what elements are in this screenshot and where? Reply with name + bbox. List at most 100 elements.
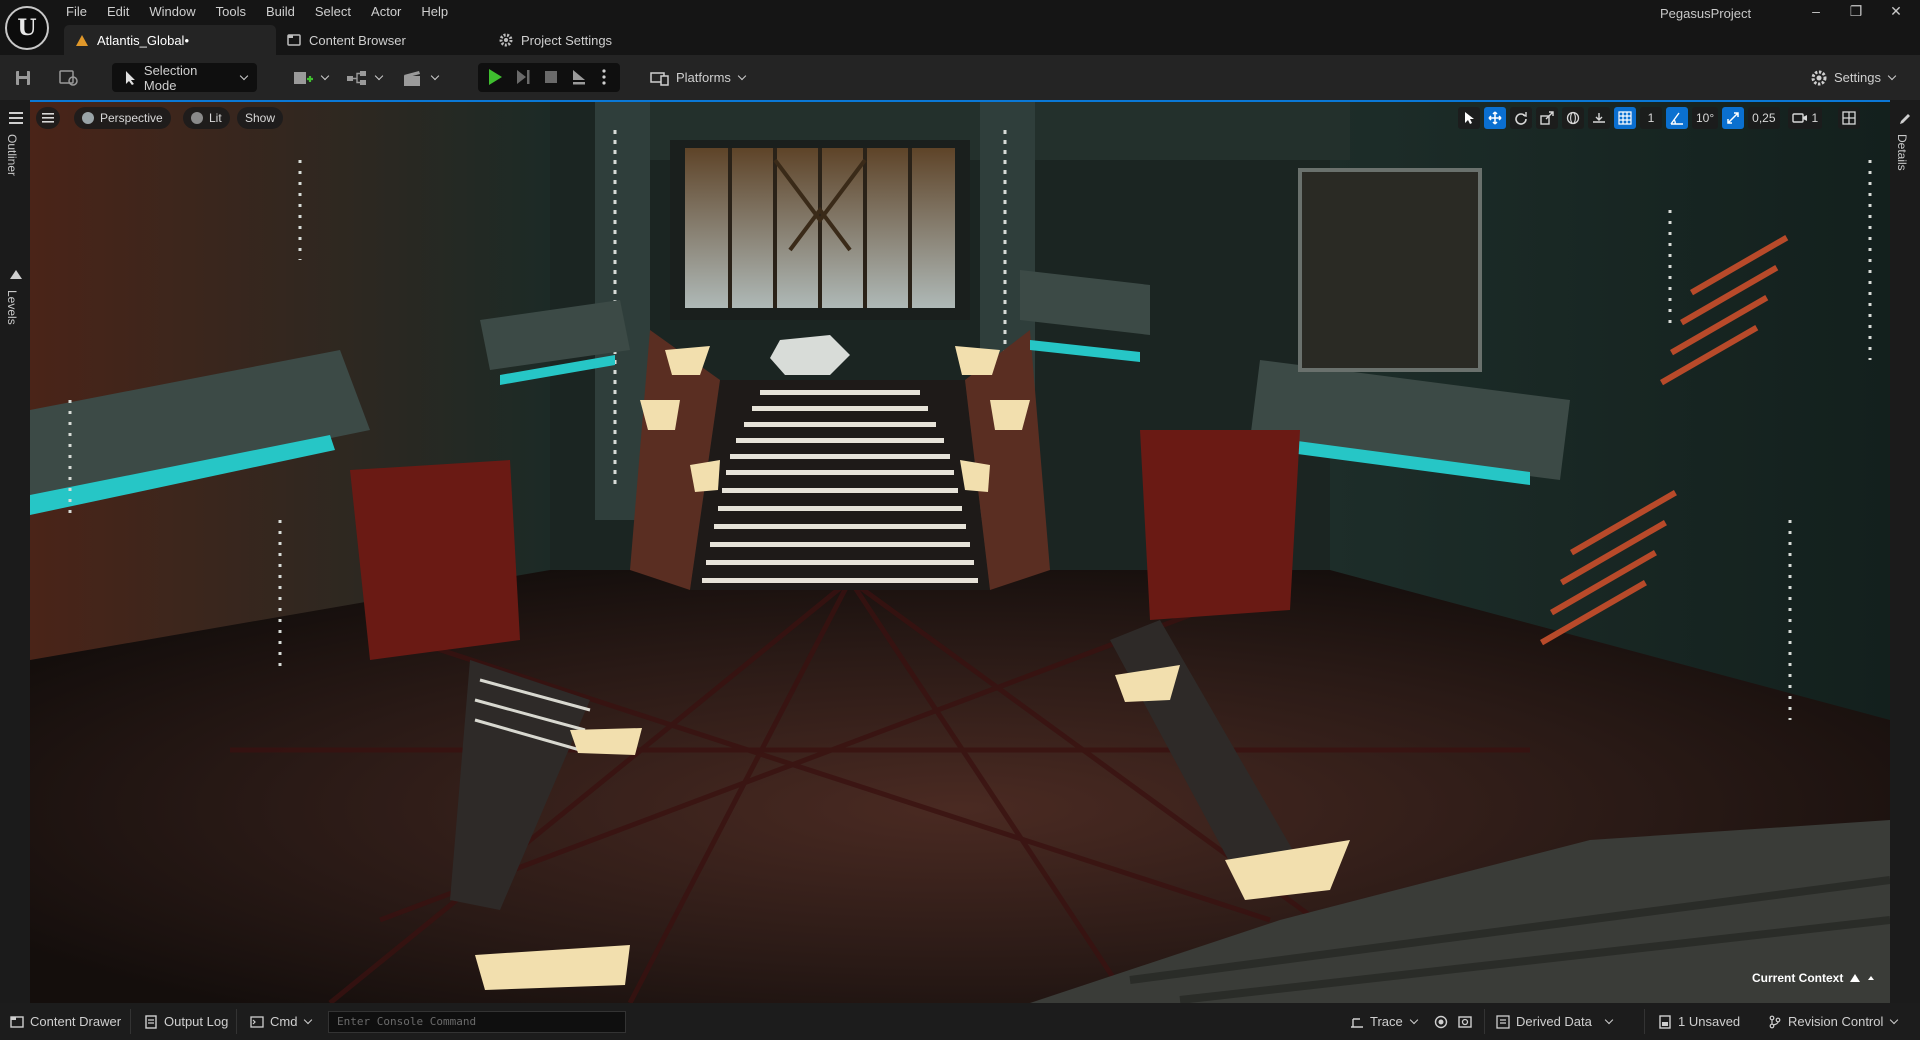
clapperboard-icon (404, 70, 420, 86)
menu-select[interactable]: Select (305, 0, 361, 23)
cmd-label: Cmd (270, 1014, 298, 1029)
blueprints-button[interactable] (346, 63, 384, 92)
blueprint-graph-icon (347, 70, 366, 85)
outliner-tab[interactable]: Outliner (5, 134, 19, 176)
menu-actor[interactable]: Actor (361, 0, 411, 23)
tab-atlantis-global[interactable]: Atlantis_Global• (64, 25, 276, 55)
select-tool-button[interactable] (1458, 107, 1480, 129)
window-opening-right (1298, 168, 1482, 372)
terminal-icon (250, 1015, 264, 1028)
revision-control-dropdown[interactable]: Revision Control (1768, 1003, 1899, 1040)
minimize-button[interactable]: – (1796, 0, 1836, 24)
output-log-button[interactable]: Output Log (144, 1003, 228, 1040)
viewport-active-border (30, 100, 1890, 102)
levels-icon[interactable] (9, 268, 23, 280)
rotate-icon (1515, 112, 1527, 125)
coordinate-system-button[interactable] (1562, 107, 1584, 129)
chevron-down-icon (1604, 1015, 1614, 1024)
cmd-dropdown[interactable]: Cmd (250, 1003, 313, 1040)
move-arrows-icon (1488, 111, 1502, 125)
grid-snap-value[interactable]: 1 (1640, 107, 1662, 129)
unreal-engine-logo-icon[interactable]: U (5, 6, 49, 50)
selection-mode-dropdown[interactable]: Selection Mode (112, 62, 257, 93)
logo-glyph: U (17, 15, 37, 41)
translate-tool-button[interactable] (1484, 107, 1506, 129)
chevron-down-icon (1409, 1015, 1418, 1024)
perspective-dropdown[interactable]: Perspective (74, 107, 171, 129)
menu-edit[interactable]: Edit (97, 0, 139, 23)
show-flags-dropdown[interactable]: Show (237, 107, 284, 129)
cube-icon (82, 112, 94, 124)
camera-speed-button[interactable]: 1 (1787, 107, 1823, 129)
tab-project-settings[interactable]: Project Settings (488, 25, 700, 55)
chevron-down-icon (430, 71, 440, 80)
viewport-layout-button[interactable] (1838, 107, 1861, 129)
trace-dropdown[interactable]: Trace (1350, 1003, 1418, 1040)
grid-icon (1618, 111, 1632, 125)
perspective-label: Perspective (100, 111, 163, 125)
surface-snapping-button[interactable] (1588, 107, 1610, 129)
levels-tab[interactable]: Levels (5, 290, 19, 325)
current-context-indicator[interactable]: Current Context (1752, 971, 1875, 985)
content-drawer-button[interactable]: Content Drawer (10, 1003, 121, 1040)
settings-dropdown[interactable]: Settings (1810, 63, 1897, 92)
scene-render[interactable] (30, 100, 1890, 1003)
settings-gear-icon (499, 33, 513, 47)
save-button[interactable] (14, 63, 32, 92)
menu-file[interactable]: File (56, 0, 97, 23)
status-divider (130, 1009, 131, 1034)
unsaved-label: 1 Unsaved (1678, 1014, 1741, 1029)
browse-level-button[interactable] (58, 63, 80, 92)
restore-button[interactable]: ❐ (1836, 0, 1876, 24)
menu-window[interactable]: Window (139, 0, 205, 23)
staircase (690, 380, 990, 590)
output-log-label: Output Log (164, 1014, 229, 1029)
close-button[interactable]: ✕ (1876, 0, 1916, 24)
record-icon (1434, 1015, 1448, 1028)
details-tab[interactable]: Details (1895, 134, 1909, 171)
more-options-icon[interactable] (598, 68, 610, 86)
scale-snap-value[interactable]: 0,25 (1748, 107, 1780, 129)
scale-tool-button[interactable] (1536, 107, 1558, 129)
trace-icon (1351, 1017, 1363, 1028)
output-log-icon (145, 1014, 157, 1029)
stop-icon[interactable] (542, 68, 560, 86)
scale-snap-toggle[interactable] (1722, 107, 1745, 129)
eject-icon[interactable] (570, 68, 588, 86)
tab-content-browser[interactable]: Content Browser (276, 25, 488, 55)
chevron-down-icon (239, 71, 249, 80)
menu-help[interactable]: Help (411, 0, 458, 23)
rotation-snap-value[interactable]: 10° (1692, 107, 1719, 129)
viewport-options-button[interactable] (36, 107, 60, 129)
document-tabs: Atlantis_Global• Content Browser Project… (64, 25, 700, 55)
unsaved-button[interactable]: 1 Unsaved (1658, 1003, 1740, 1040)
play-icon[interactable] (486, 68, 504, 86)
hamburger-menu-icon (42, 113, 54, 123)
grid-snap-toggle[interactable] (1614, 107, 1636, 129)
rotate-tool-button[interactable] (1510, 107, 1532, 129)
step-forward-icon[interactable] (514, 68, 532, 86)
current-context-label: Current Context (1752, 971, 1844, 985)
status-divider (1484, 1009, 1485, 1034)
level-viewport[interactable]: Perspective Lit Show 1 10° 0,25 1 Curren… (30, 100, 1890, 1003)
gear-icon (1811, 70, 1827, 85)
chevron-down-icon (1887, 71, 1897, 80)
menu-build[interactable]: Build (256, 0, 305, 23)
add-actor-button[interactable] (292, 63, 330, 92)
pencil-icon[interactable] (1898, 112, 1912, 126)
branch-icon (1769, 1015, 1781, 1028)
selection-mode-label: Selection Mode (143, 62, 198, 93)
outliner-icon[interactable] (9, 112, 23, 124)
platforms-dropdown[interactable]: Platforms (650, 63, 747, 92)
view-mode-dropdown[interactable]: Lit (183, 107, 230, 129)
console-command-input[interactable]: Enter Console Command (328, 1011, 626, 1033)
screenshot-button[interactable] (1458, 1003, 1478, 1040)
content-drawer-label: Content Drawer (30, 1014, 122, 1029)
record-button[interactable] (1434, 1003, 1454, 1040)
derived-data-dropdown[interactable]: Derived Data (1496, 1003, 1614, 1040)
status-divider (236, 1009, 237, 1034)
rotation-snap-toggle[interactable] (1666, 107, 1688, 129)
menu-tools[interactable]: Tools (206, 0, 256, 23)
left-sidebar: Outliner Levels (0, 100, 30, 1003)
cinematics-button[interactable] (402, 63, 440, 92)
